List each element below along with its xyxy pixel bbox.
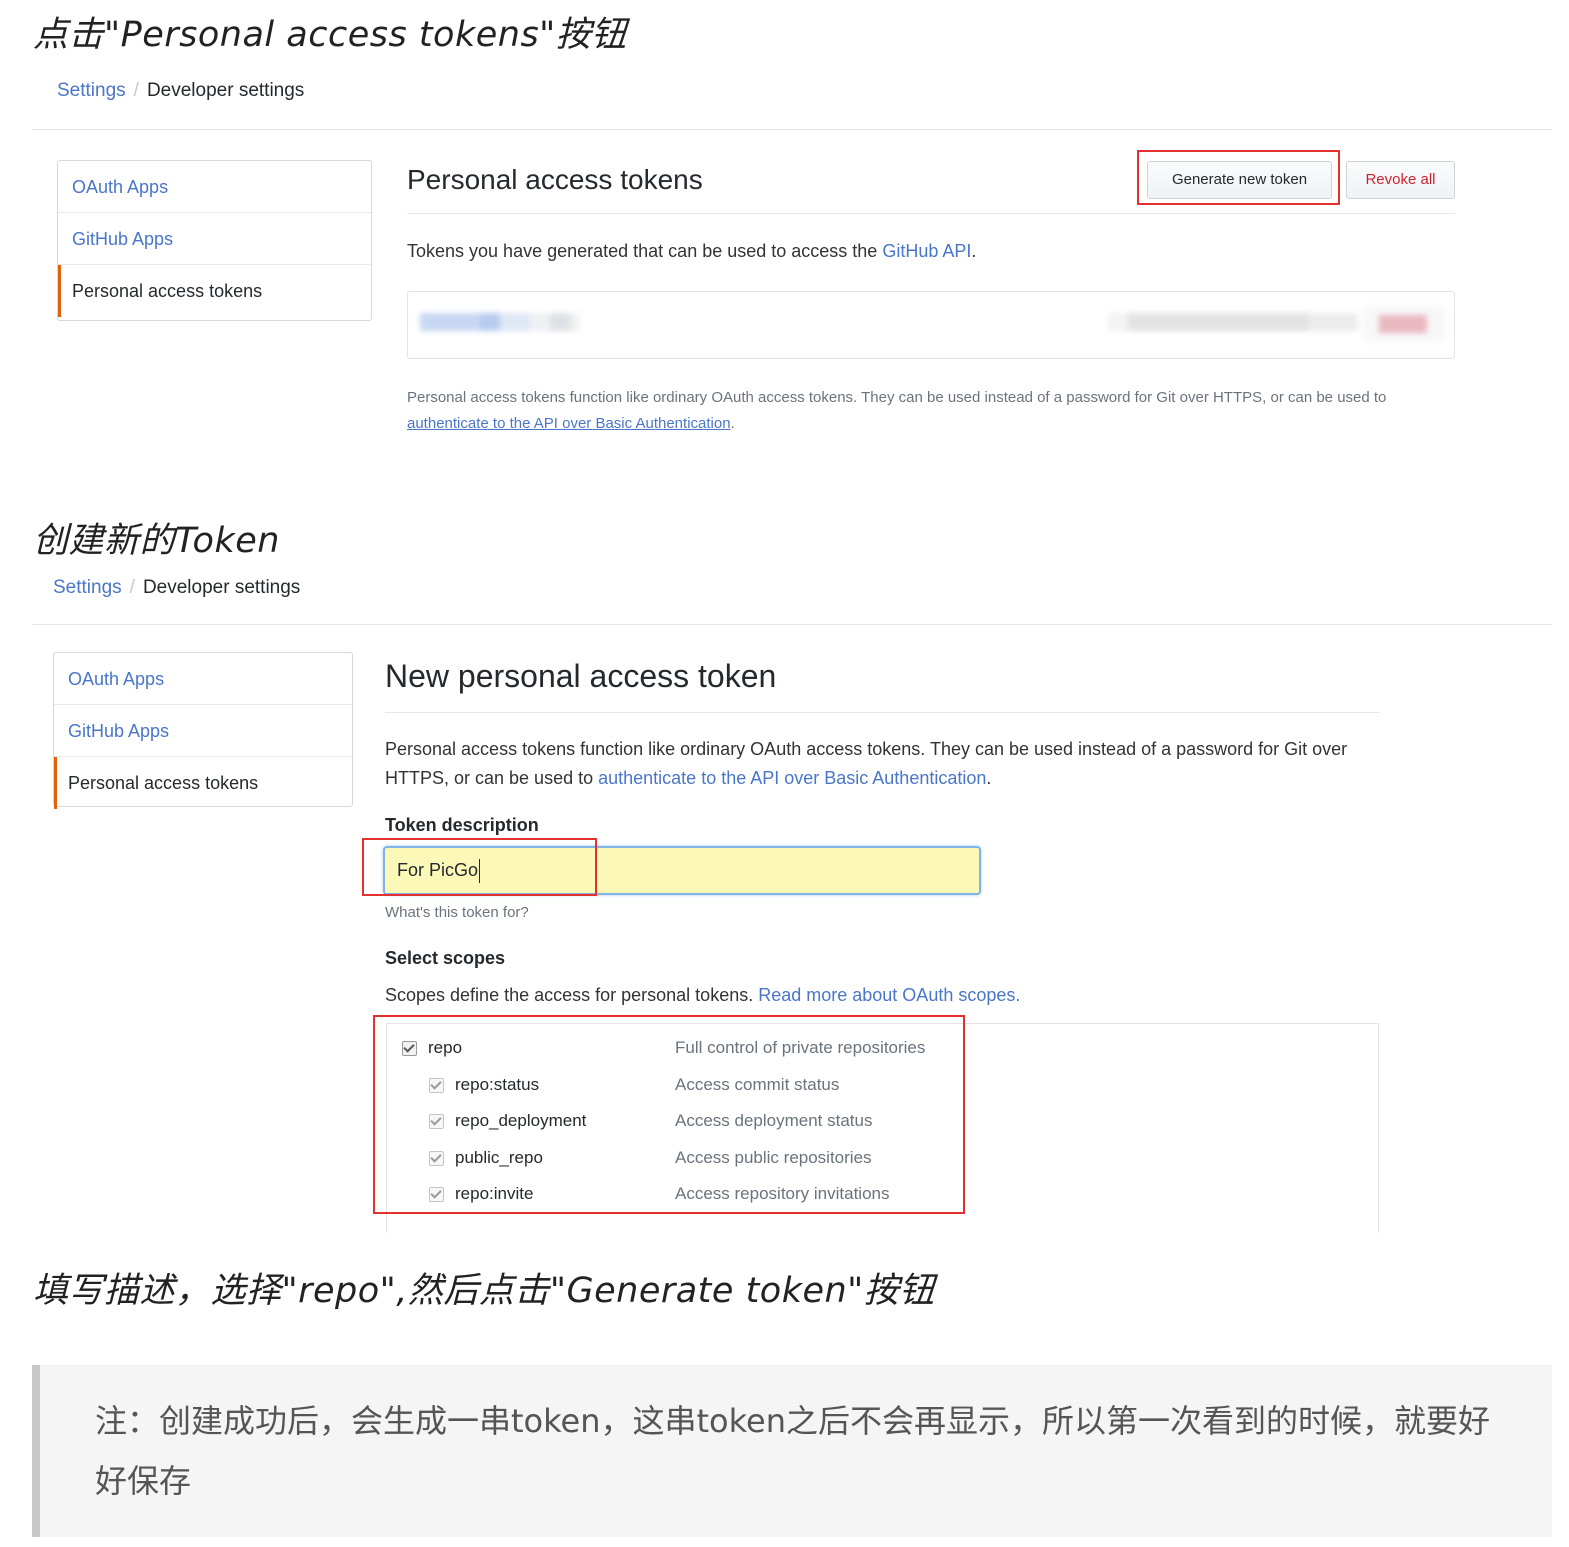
breadcrumb-current: Developer settings	[142, 577, 301, 598]
scope-checkbox-repo[interactable]	[402, 1041, 417, 1056]
breadcrumb: Settings / Developer settings	[57, 80, 304, 102]
section2-heading: 创建新的Token	[33, 521, 280, 561]
breadcrumb-settings-link[interactable]: Settings	[53, 577, 122, 598]
revoke-all-button[interactable]: Revoke all	[1346, 161, 1455, 199]
page-title: New personal access token	[385, 658, 777, 694]
breadcrumb-settings-link[interactable]: Settings	[57, 80, 126, 101]
scope-name: repo_deployment	[455, 1111, 587, 1130]
scope-row-repo-status: repo:status Access commit status	[400, 1071, 960, 1108]
header-divider	[32, 129, 1552, 130]
scope-row-repo-deployment: repo_deployment Access deployment status	[400, 1107, 960, 1144]
breadcrumb: Settings / Developer settings	[53, 577, 300, 599]
scope-name: public_repo	[455, 1147, 543, 1167]
breadcrumb-current: Developer settings	[146, 80, 305, 101]
scope-description: Access deployment status	[675, 1111, 873, 1130]
redacted-token-name	[420, 313, 580, 331]
scope-name: repo	[428, 1038, 463, 1057]
scope-row-repo-invite: repo:invite Access repository invitation…	[400, 1180, 960, 1217]
scope-description: Full control of private repositories	[675, 1038, 926, 1057]
sidebar-item-github-apps[interactable]: GitHub Apps	[58, 213, 371, 265]
basic-auth-link[interactable]: authenticate to the API over Basic Authe…	[598, 768, 986, 788]
section1-heading: 点击"Personal access tokens"按钮	[33, 15, 627, 55]
note-text: 注：创建成功后，会生成一串token，这串token之后不会再显示，所以第一次看…	[95, 1402, 1490, 1500]
scope-row-public-repo: public_repo Access public repositories	[400, 1144, 960, 1181]
token-list-item	[407, 291, 1455, 359]
scope-description: Access public repositories	[675, 1147, 872, 1167]
scope-row-repo: repo Full control of private repositorie…	[400, 1034, 960, 1071]
title-divider	[407, 213, 1455, 214]
tokens-intro: Tokens you have generated that can be us…	[407, 241, 976, 262]
new-token-description-end: .	[986, 768, 992, 788]
breadcrumb-separator: /	[133, 80, 139, 101]
sidebar-item-oauth-apps[interactable]: OAuth Apps	[58, 161, 371, 213]
sidebar-item-oauth-apps[interactable]: OAuth Apps	[54, 653, 352, 705]
tokens-footnote: Personal access tokens function like ord…	[407, 385, 1447, 437]
sidebar-menu: OAuth Apps GitHub Apps Personal access t…	[53, 652, 353, 809]
scopes-help: Scopes define the access for personal to…	[385, 985, 1020, 1006]
scopes-list: repo Full control of private repositorie…	[400, 1034, 960, 1217]
github-api-link[interactable]: GitHub API	[882, 241, 971, 261]
delete-button-label-redacted	[1379, 315, 1427, 333]
highlight-box	[362, 838, 597, 896]
header-divider	[32, 624, 1552, 625]
scopes-help-text: Scopes define the access for personal to…	[385, 985, 759, 1005]
generate-new-token-button[interactable]: Generate new token	[1147, 161, 1332, 199]
tokens-footnote-text: Personal access tokens function like ord…	[407, 389, 1387, 406]
page-title: Personal access tokens	[407, 164, 703, 195]
new-token-description: Personal access tokens function like ord…	[385, 735, 1385, 793]
scope-checkbox-repo-invite[interactable]	[429, 1187, 444, 1202]
title-divider	[385, 712, 1380, 713]
scope-checkbox-public-repo[interactable]	[429, 1150, 444, 1166]
scope-name: repo:status	[455, 1074, 540, 1094]
basic-auth-link[interactable]: authenticate to the API over Basic Authe…	[407, 415, 731, 432]
redacted-token-meta	[1108, 313, 1358, 331]
scope-description: Access commit status	[675, 1074, 840, 1094]
token-description-hint: What's this token for?	[385, 904, 529, 921]
sidebar-item-github-apps[interactable]: GitHub Apps	[54, 705, 352, 757]
section3-heading: 填写描述，选择"repo",然后点击"Generate token"按钮	[33, 1271, 935, 1311]
token-description-label: Token description	[385, 815, 539, 835]
sidebar-item-personal-access-tokens[interactable]: Personal access tokens	[54, 757, 352, 809]
scope-checkbox-repo-status[interactable]	[429, 1077, 444, 1093]
tokens-intro-text: Tokens you have generated that can be us…	[407, 241, 883, 261]
tokens-intro-end: .	[971, 241, 977, 261]
sidebar-item-personal-access-tokens[interactable]: Personal access tokens	[58, 265, 371, 317]
delete-button[interactable]	[1363, 306, 1445, 342]
scope-name: repo:invite	[455, 1184, 534, 1203]
sidebar-menu: OAuth Apps GitHub Apps Personal access t…	[57, 160, 372, 321]
note-blockquote: 注：创建成功后，会生成一串token，这串token之后不会再显示，所以第一次看…	[32, 1365, 1552, 1537]
select-scopes-label: Select scopes	[385, 948, 506, 968]
tokens-footnote-end: .	[730, 415, 735, 432]
scope-description: Access repository invitations	[675, 1184, 890, 1203]
breadcrumb-separator: /	[129, 577, 135, 598]
oauth-scopes-link[interactable]: Read more about OAuth scopes.	[758, 985, 1020, 1005]
scope-checkbox-repo-deployment[interactable]	[429, 1114, 444, 1129]
